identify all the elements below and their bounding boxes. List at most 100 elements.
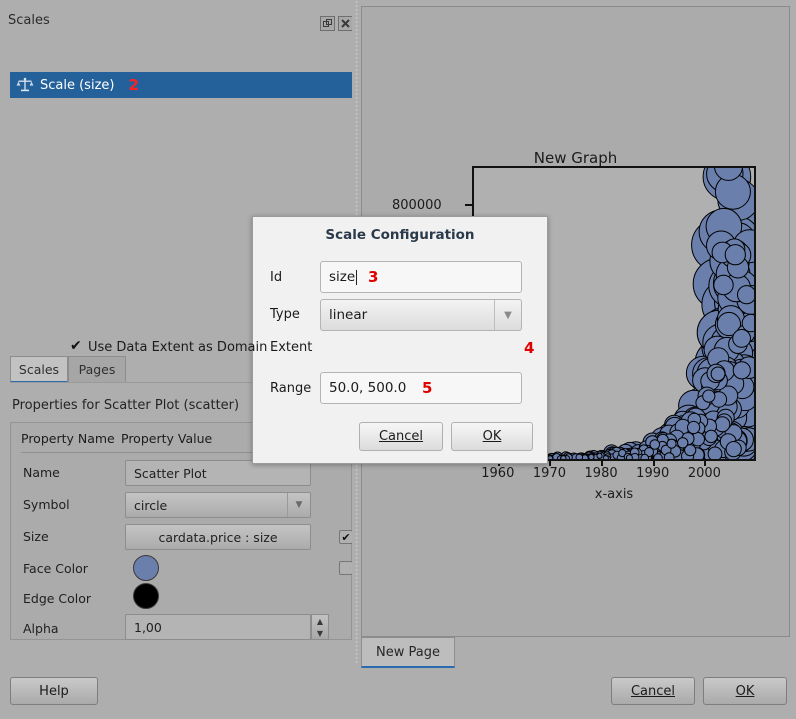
dialog-id-input[interactable]: size [320,261,522,293]
scatter-point [738,286,755,304]
column-header-property-name: Property Name [21,431,115,446]
scatter-point [678,438,688,448]
alpha-stepper[interactable]: ▲ ▼ [311,614,329,640]
tab-pages-label: Pages [79,362,116,377]
chevron-down-icon: ▼ [287,493,310,517]
scatter-point [561,456,566,459]
scatter-point [667,439,676,448]
x-tick-mark [549,459,551,466]
scatter-point [654,454,663,459]
scatter-point [726,442,741,457]
dialog-ok-button[interactable]: OK [451,422,533,451]
row-label-name: Name [23,465,60,480]
x-tick-mark [704,459,706,466]
annotation-2: 2 [128,76,138,94]
dialog-extent-label: Extent [270,340,312,355]
alpha-input[interactable]: 1,00 [125,614,311,640]
face-color-checkbox[interactable] [339,561,353,575]
cancel-button[interactable]: Cancel [611,677,695,705]
annotation-4: 4 [524,339,534,357]
dialog-range-label: Range [270,381,311,396]
x-tick-label: 1970 [533,466,566,481]
scatter-point [708,447,722,459]
scatter-point [688,421,700,433]
scatter-point [664,453,674,459]
tab-scales[interactable]: Scales [10,356,68,383]
scatter-point [603,456,608,459]
dialog-type-value: linear [329,307,367,323]
scatter-point [705,430,717,442]
dialog-type-select[interactable]: linear ▼ [320,299,522,331]
tab-scales-label: Scales [19,362,59,377]
dialog-title: Scale Configuration [253,227,547,243]
stepper-down-icon[interactable]: ▼ [312,627,328,639]
face-color-swatch[interactable] [133,555,159,581]
chart-title: New Graph [364,149,787,167]
size-mapping-button[interactable]: cardata.price : size [125,524,311,550]
row-label-face-color: Face Color [23,561,88,576]
tab-pages[interactable]: Pages [68,356,126,382]
row-label-symbol: Symbol [23,497,70,512]
dialog-id-label: Id [270,270,282,285]
row-label-size: Size [23,529,49,544]
x-tick-mark [653,459,655,466]
dialog-ok-label: OK [483,429,502,444]
properties-title: Properties for Scatter Plot (scatter) [12,398,239,413]
close-icon[interactable] [338,16,353,31]
name-input-value: Scatter Plot [134,466,207,481]
scatter-point [725,245,745,265]
scatter-point [626,455,632,459]
dialog-cancel-button[interactable]: Cancel [359,422,443,451]
page-tabs: New Page [361,637,790,669]
column-header-property-value: Property Value [121,431,212,446]
ok-button[interactable]: OK [703,677,787,705]
use-data-extent-label: Use Data Extent as Domain [88,340,267,355]
tab-new-page[interactable]: New Page [361,637,455,668]
alpha-input-value: 1,00 [134,620,162,635]
text-cursor [356,270,357,285]
scatter-point [597,453,602,458]
scatter-point [576,454,583,459]
use-data-extent-checkbox[interactable]: ✔ [70,340,83,353]
annotation-3: 3 [368,268,378,286]
scatter-point [711,367,725,381]
x-tick-label: 1990 [636,466,669,481]
help-button-label: Help [39,684,69,699]
symbol-select[interactable]: circle ▼ [125,492,311,518]
scatter-point [641,454,649,459]
size-checkbox[interactable]: ✔ [339,530,353,544]
dialog-id-value: size [329,269,355,285]
list-item-label: Scale (size) [40,78,114,93]
float-restore-icon[interactable] [320,16,335,31]
x-tick-label: 1980 [585,466,618,481]
tab-new-page-label: New Page [376,645,440,660]
table-row: Size cardata.price : size ✔ [11,521,351,553]
scatter-point [714,275,733,294]
dialog-range-input[interactable]: 50.0, 500.0 [320,372,522,404]
y-tick-mark [465,204,472,206]
cancel-button-label: Cancel [631,684,675,699]
table-row: Edge Color [11,583,351,615]
scatter-point [733,330,751,348]
stepper-up-icon[interactable]: ▲ [312,615,328,627]
x-tick-label: 1960 [481,466,514,481]
balance-scale-glyph [16,77,34,93]
close-glyph [341,19,350,28]
ok-button-label: OK [736,684,755,699]
size-mapping-value: cardata.price : size [158,530,277,545]
dialog-type-label: Type [270,307,300,322]
dialog-cancel-label: Cancel [379,429,423,444]
list-item[interactable]: Scale (size) 2 [10,72,352,98]
float-restore-glyph [323,19,332,28]
table-row: Alpha 1,00 ▲ ▼ [11,613,351,645]
help-button[interactable]: Help [10,677,98,705]
checkmark-icon: ✔ [341,531,350,544]
row-label-edge-color: Edge Color [23,591,91,606]
y-tick-label: 800000 [392,198,442,213]
annotation-5: 5 [422,379,432,397]
x-tick-label: 2000 [688,466,721,481]
balance-scale-icon [14,76,36,94]
edge-color-swatch[interactable] [133,583,159,609]
x-tick-mark [601,459,603,466]
chevron-down-icon: ▼ [494,300,521,330]
